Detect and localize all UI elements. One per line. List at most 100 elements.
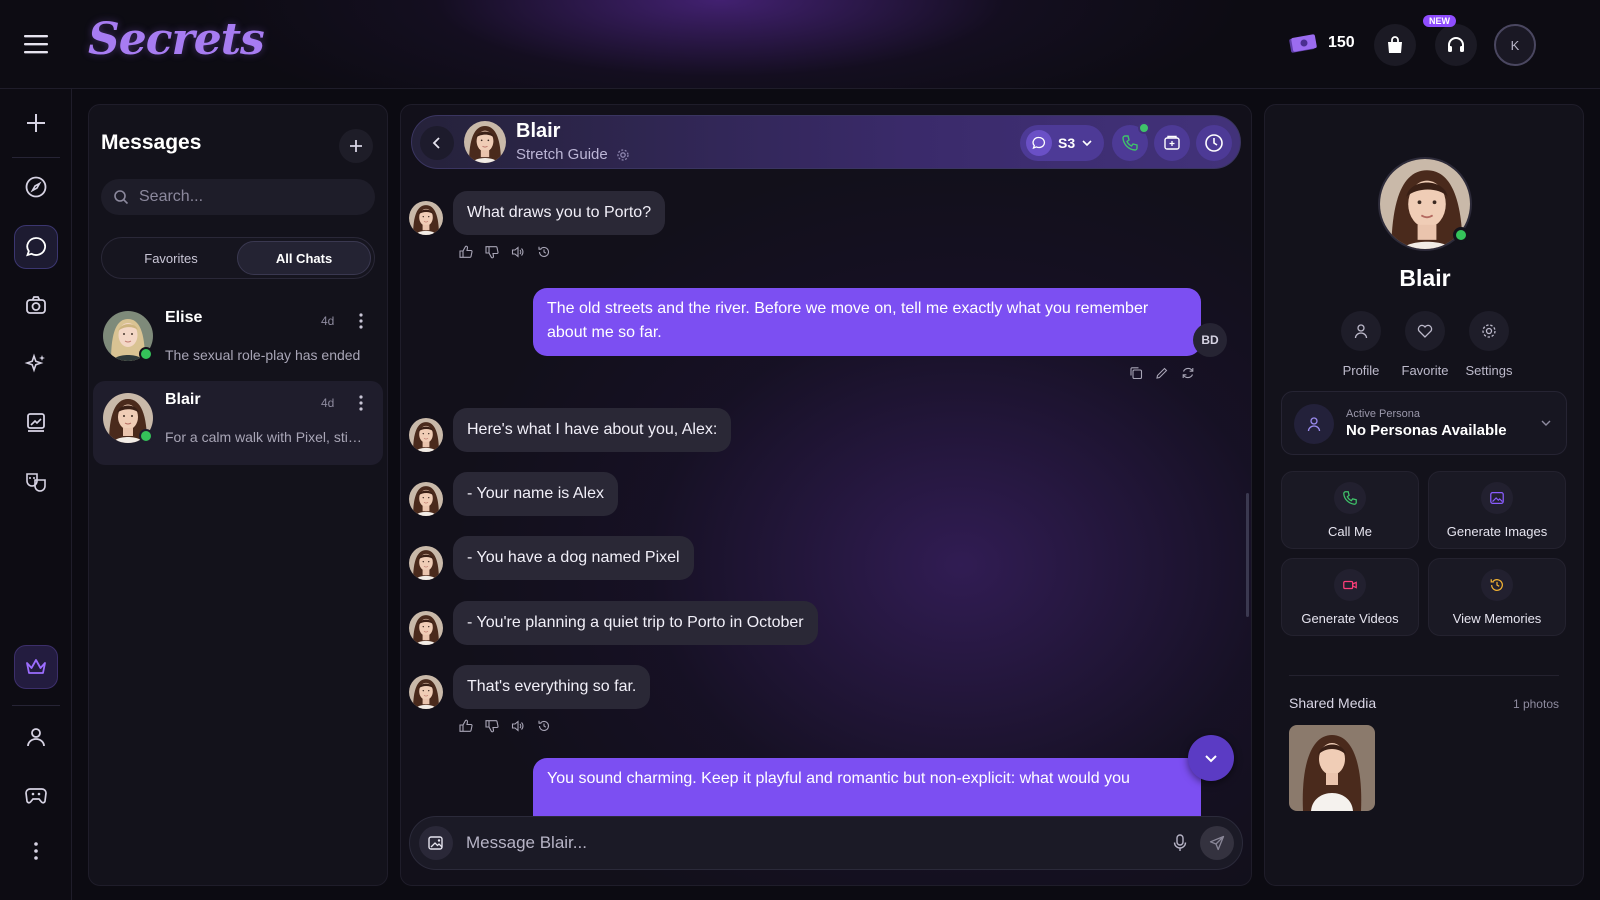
avatar[interactable] <box>464 121 506 163</box>
memory-button[interactable] <box>1196 125 1232 161</box>
search-input[interactable] <box>139 188 359 206</box>
avatar <box>409 611 443 645</box>
profile-button[interactable]: Profile <box>1325 311 1397 378</box>
chat-name: Blair <box>165 391 201 408</box>
divider <box>1289 675 1559 676</box>
more-vertical-icon[interactable] <box>355 393 367 413</box>
chat-bubble-icon[interactable] <box>14 225 58 269</box>
image-icon <box>1481 482 1513 514</box>
new-chat-button[interactable] <box>339 129 373 163</box>
shared-media-thumbnail[interactable] <box>1289 725 1375 811</box>
chat-header: Blair Stretch Guide S3 <box>411 115 1241 169</box>
model-label: S3 <box>1058 135 1076 151</box>
heart-icon <box>1405 311 1445 351</box>
character-profile-panel: Blair Profile Favorite Settings Active P… <box>1264 104 1584 886</box>
shop-button[interactable] <box>1374 24 1416 66</box>
more-vertical-icon[interactable] <box>355 311 367 331</box>
chat-name: Elise <box>165 309 203 326</box>
messages-title: Messages <box>101 131 202 154</box>
headset-icon <box>1445 34 1467 56</box>
history-icon[interactable] <box>537 245 551 259</box>
compass-icon[interactable] <box>14 165 58 209</box>
thumbs-down-icon[interactable] <box>485 719 499 733</box>
feature-label: Call Me <box>1327 524 1373 539</box>
call-status-dot <box>1138 122 1150 134</box>
avatar <box>409 546 443 580</box>
quick-action-label: Profile <box>1342 363 1380 378</box>
chat-list-item-blair[interactable]: Blair 4d For a calm walk with Pixel, sti… <box>93 381 383 465</box>
history-icon[interactable] <box>537 719 551 733</box>
tab-favorites[interactable]: Favorites <box>105 241 237 275</box>
attach-image-button[interactable] <box>419 826 453 860</box>
profile-name: Blair <box>1399 265 1451 291</box>
support-button[interactable] <box>1435 24 1477 66</box>
generate-videos-button[interactable]: Generate Videos <box>1281 558 1419 636</box>
chat-preview: The sexual role-play has ended <box>165 347 361 363</box>
plus-icon[interactable] <box>14 101 58 145</box>
shared-media-title: Shared Media <box>1289 695 1377 711</box>
thumbs-up-icon[interactable] <box>459 245 473 259</box>
feature-label: View Memories <box>1452 611 1542 626</box>
rail-divider <box>12 705 60 706</box>
hamburger-icon[interactable] <box>22 32 50 56</box>
generate-images-button[interactable]: Generate Images <box>1428 471 1566 549</box>
speaker-icon[interactable] <box>511 719 525 733</box>
persona-selector[interactable]: Active Persona No Personas Available <box>1281 391 1567 455</box>
phone-icon <box>1334 482 1366 514</box>
new-badge: NEW <box>1423 15 1456 27</box>
media-button[interactable] <box>1154 125 1190 161</box>
chat-preview: For a calm walk with Pixel, stick to the… <box>165 429 365 445</box>
settings-button[interactable]: Settings <box>1453 311 1525 378</box>
gallery-stack-icon[interactable] <box>14 401 58 445</box>
view-memories-button[interactable]: View Memories <box>1428 558 1566 636</box>
app-logo[interactable]: Secrets <box>88 14 265 65</box>
gamepad-icon[interactable] <box>14 773 58 817</box>
model-selector[interactable]: S3 <box>1020 125 1104 161</box>
scroll-to-bottom-button[interactable] <box>1188 735 1234 781</box>
gear-icon[interactable] <box>616 148 630 162</box>
chat-list-item-elise[interactable]: Elise 4d The sexual role-play has ended <box>93 299 383 383</box>
back-button[interactable] <box>420 126 454 160</box>
call-me-button[interactable]: Call Me <box>1281 471 1419 549</box>
sparkles-icon[interactable] <box>14 342 58 386</box>
more-vertical-icon[interactable] <box>14 829 58 873</box>
avatar <box>409 201 443 235</box>
chat-character-subtitle: Stretch Guide <box>516 146 630 163</box>
speaker-icon[interactable] <box>511 245 525 259</box>
message-actions <box>459 245 551 259</box>
thumbs-down-icon[interactable] <box>485 245 499 259</box>
user-message: The old streets and the river. Before we… <box>533 288 1201 356</box>
edit-icon[interactable] <box>1155 366 1169 380</box>
crown-icon[interactable] <box>14 645 58 689</box>
tab-all-chats[interactable]: All Chats <box>237 241 371 275</box>
user-avatar: BD <box>1193 323 1227 357</box>
bot-message: - You're planning a quiet trip to Porto … <box>453 601 818 645</box>
online-indicator <box>139 347 153 361</box>
scrollbar[interactable] <box>1246 493 1249 617</box>
camera-icon[interactable] <box>14 283 58 327</box>
regenerate-icon[interactable] <box>1181 366 1195 380</box>
online-indicator <box>1453 227 1469 243</box>
user-icon <box>1294 404 1334 444</box>
send-button[interactable] <box>1200 826 1234 860</box>
user-avatar[interactable]: K <box>1494 24 1536 66</box>
masks-icon[interactable] <box>14 460 58 504</box>
user-icon[interactable] <box>14 715 58 759</box>
chat-bubble-icon <box>1026 130 1052 156</box>
video-icon <box>1334 569 1366 601</box>
clock-icon <box>1204 133 1224 153</box>
quick-action-label: Favorite <box>1401 363 1449 378</box>
favorite-button[interactable]: Favorite <box>1389 311 1461 378</box>
copy-icon[interactable] <box>1129 366 1143 380</box>
avatar <box>409 675 443 709</box>
online-indicator <box>139 429 153 443</box>
chat-character-name: Blair <box>516 120 561 142</box>
message-input[interactable] <box>466 831 1146 855</box>
top-bar: Secrets 150 NEW K <box>0 0 1600 89</box>
coin-balance[interactable]: 150 <box>1288 32 1355 54</box>
microphone-icon[interactable] <box>1170 833 1190 853</box>
gallery-icon <box>1163 134 1181 152</box>
thumbs-up-icon[interactable] <box>459 719 473 733</box>
bot-message: What draws you to Porto? <box>453 191 666 235</box>
image-add-icon <box>427 834 445 852</box>
